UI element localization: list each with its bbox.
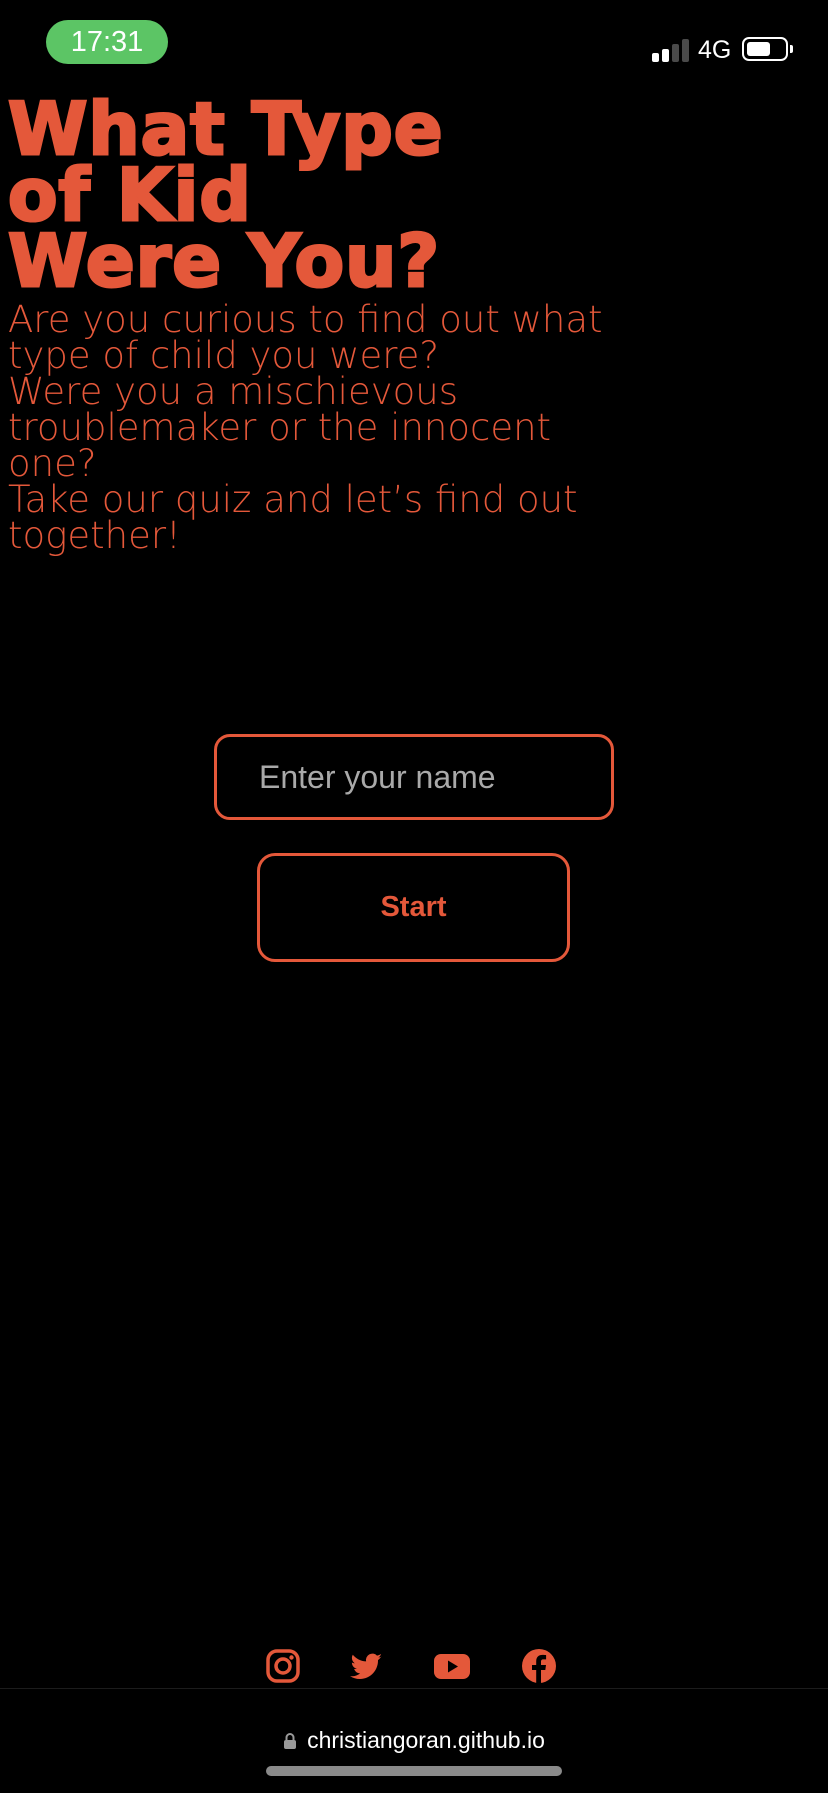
social-links: [0, 1646, 828, 1686]
facebook-icon[interactable]: [519, 1646, 559, 1686]
browser-address-bar[interactable]: christiangoran.github.io: [0, 1688, 828, 1793]
battery-level: [747, 42, 770, 56]
home-indicator[interactable]: [266, 1766, 562, 1776]
url-text: christiangoran.github.io: [307, 1727, 545, 1753]
youtube-icon[interactable]: [432, 1646, 472, 1686]
name-input[interactable]: [214, 734, 614, 820]
battery-icon: [742, 37, 793, 61]
status-bar: 17:31 4G: [0, 0, 828, 90]
intro-line: Take our quiz and let’s find out: [8, 478, 578, 521]
intro-line: troublemaker or the innocent: [8, 406, 552, 449]
instagram-icon[interactable]: [263, 1646, 303, 1686]
cellular-signal-icon: [652, 38, 692, 62]
intro-text: Are you curious to find out what type of…: [8, 298, 608, 557]
intro-line: one?: [8, 442, 97, 485]
url-display[interactable]: christiangoran.github.io: [0, 1725, 828, 1755]
page-title: What Type of Kid Were You?: [7, 92, 608, 303]
intro-line: Were you a mischievous: [8, 370, 458, 413]
twitter-icon[interactable]: [346, 1646, 386, 1686]
title-line: Were You?: [7, 219, 441, 303]
start-button[interactable]: Start: [257, 853, 570, 962]
intro-line: together!: [8, 514, 181, 557]
intro-line: Are you curious to find out what: [8, 298, 603, 341]
lock-icon: [284, 1733, 297, 1749]
status-time: 17:31: [46, 20, 168, 64]
network-type: 4G: [698, 36, 732, 64]
intro-line: type of child you were?: [8, 334, 440, 377]
